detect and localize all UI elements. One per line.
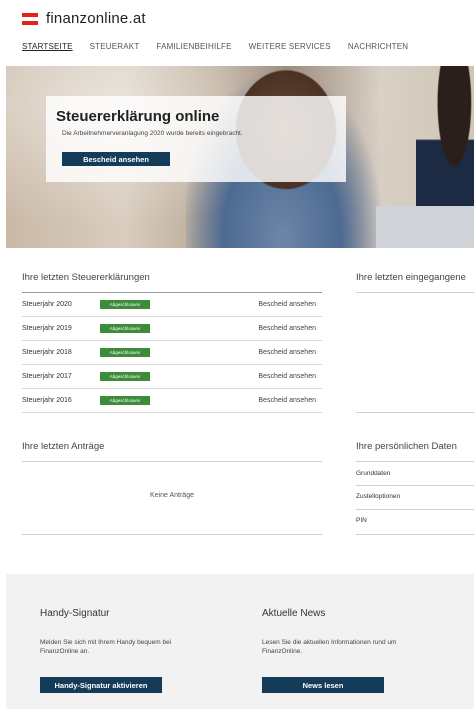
logo[interactable]: finanzonline.at [22, 10, 146, 27]
applications-title: Ihre letzten Anträge [22, 441, 105, 452]
nav-steuerakt[interactable]: STEUERAKT [90, 42, 140, 51]
nav-nachrichten[interactable]: NACHRICHTEN [348, 42, 408, 51]
nav-weitere-services[interactable]: WEITERE SERVICES [249, 42, 331, 51]
row-year: Steuerjahr 2020 [22, 301, 72, 308]
table-row: Steuerjahr 2016 Abgeschlossen Bescheid a… [22, 389, 322, 413]
hero-subtitle: Die Arbeitnehmerveranlagung 2020 wurde b… [62, 130, 243, 137]
status-badge: Abgeschlossen [100, 396, 150, 405]
personal-item-grunddaten[interactable]: Grunddaten [356, 470, 474, 477]
bescheid-link[interactable]: Bescheid ansehen [258, 325, 316, 332]
bescheid-link[interactable]: Bescheid ansehen [258, 301, 316, 308]
applications-divider [22, 461, 322, 462]
row-year: Steuerjahr 2016 [22, 397, 72, 404]
hero-bescheid-button[interactable]: Bescheid ansehen [62, 152, 170, 166]
status-badge: Abgeschlossen [100, 372, 150, 381]
signature-activate-button[interactable]: Handy-Signatur aktivieren [40, 677, 162, 693]
row-year: Steuerjahr 2019 [22, 325, 72, 332]
bescheid-link[interactable]: Bescheid ansehen [258, 373, 316, 380]
signature-text: Melden Sie sich mit Ihrem Handy bequem b… [40, 639, 172, 655]
returns-title: Ihre letzten Steuererklärungen [22, 272, 150, 283]
status-badge: Abgeschlossen [100, 324, 150, 333]
incoming-divider [356, 292, 474, 293]
applications-bottom-divider [22, 534, 322, 535]
status-badge: Abgeschlossen [100, 348, 150, 357]
table-row: Steuerjahr 2020 Abgeschlossen Bescheid a… [22, 293, 322, 317]
row-year: Steuerjahr 2018 [22, 349, 72, 356]
applications-empty-text: Keine Anträge [150, 492, 194, 499]
bescheid-link[interactable]: Bescheid ansehen [258, 397, 316, 404]
incoming-bottom-divider [356, 412, 474, 413]
personal-item-zustelloptionen[interactable]: Zustelloptionen [356, 493, 474, 500]
austria-flag-icon [22, 12, 38, 25]
personal-divider [356, 461, 474, 462]
brand-name: finanzonline.at [46, 10, 146, 27]
bescheid-link[interactable]: Bescheid ansehen [258, 349, 316, 356]
hero-image-laptop [376, 206, 474, 248]
table-row: Steuerjahr 2017 Abgeschlossen Bescheid a… [22, 365, 322, 389]
news-read-button[interactable]: News lesen [262, 677, 384, 693]
personal-item-pin[interactable]: PIN [356, 517, 474, 524]
site-header: finanzonline.at STARTSEITE STEUERAKT FAM… [0, 0, 474, 66]
main-nav: STARTSEITE STEUERAKT FAMILIENBEIHILFE WE… [22, 42, 425, 51]
personal-title: Ihre persönlichen Daten [356, 441, 457, 452]
signature-title: Handy-Signatur [40, 608, 110, 619]
table-row: Steuerjahr 2018 Abgeschlossen Bescheid a… [22, 341, 322, 365]
incoming-title: Ihre letzten eingegangene [356, 272, 466, 283]
hero-title: Steuererklärung online [56, 108, 220, 125]
table-row: Steuerjahr 2019 Abgeschlossen Bescheid a… [22, 317, 322, 341]
news-title: Aktuelle News [262, 608, 326, 619]
status-badge: Abgeschlossen [100, 300, 150, 309]
row-year: Steuerjahr 2017 [22, 373, 72, 380]
nav-familienbeihilfe[interactable]: FAMILIENBEIHILFE [156, 42, 231, 51]
nav-startseite[interactable]: STARTSEITE [22, 42, 73, 51]
news-text: Lesen Sie die aktuellen Informationen ru… [262, 639, 397, 655]
